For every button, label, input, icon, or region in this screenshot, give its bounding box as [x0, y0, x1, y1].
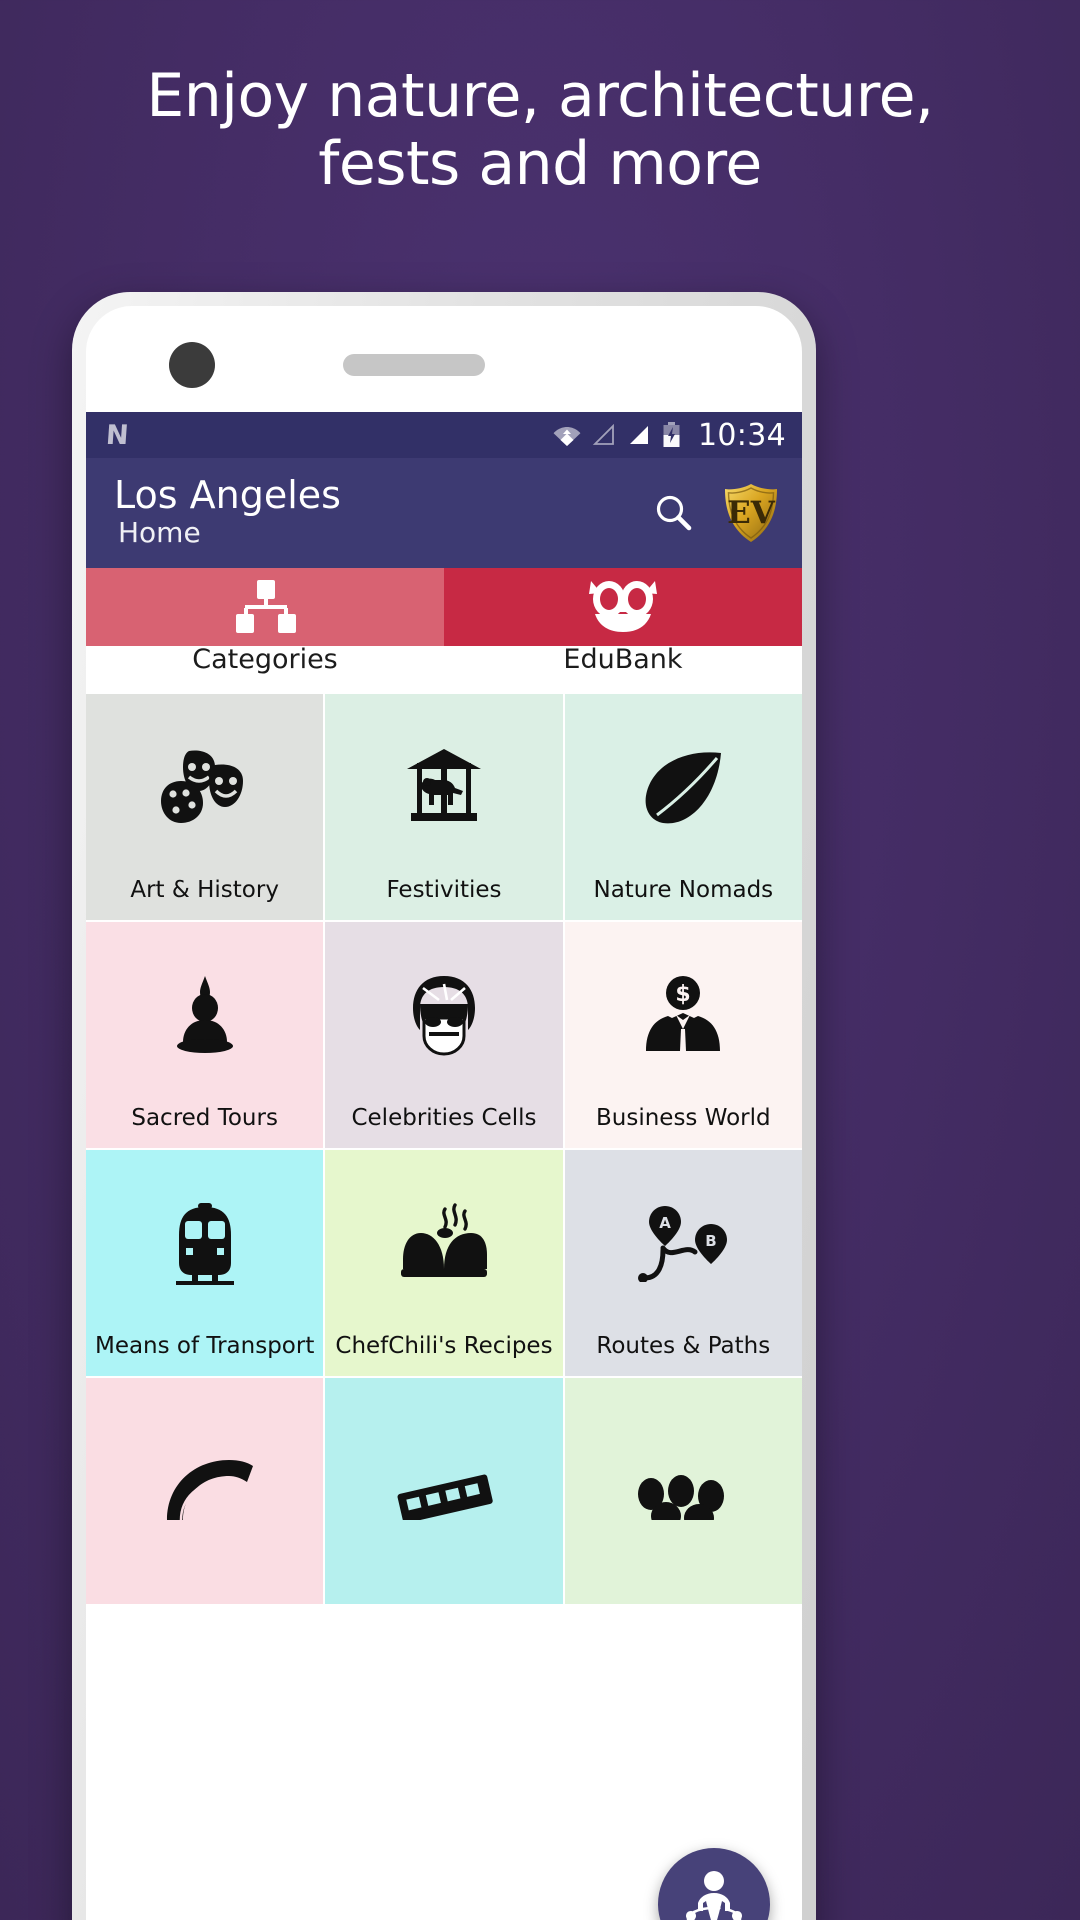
tab-edubank[interactable] [444, 568, 802, 646]
celebrity-face-icon [412, 975, 475, 1056]
status-bar-right: 10:34 [553, 418, 786, 453]
earpiece-speaker [343, 354, 485, 376]
tile-nature-nomads[interactable]: Nature Nomads [564, 694, 802, 920]
wifi-icon [553, 427, 581, 446]
signal-full-icon [630, 426, 649, 444]
search-icon[interactable] [652, 491, 696, 535]
tab-label-row: Categories EduBank [86, 646, 802, 694]
ev-shield-badge-icon[interactable]: EV [722, 483, 780, 543]
tile-icon-wrap [325, 1150, 562, 1335]
tile-icon-wrap [325, 1378, 562, 1586]
app-bar-titles: Los Angeles Home [114, 472, 652, 551]
tile-icon-wrap [325, 694, 562, 879]
tile-partial-paws[interactable] [564, 1378, 802, 1604]
tile-icon-wrap [565, 1378, 802, 1586]
train-icon [175, 1202, 234, 1285]
tile-label: Business World [595, 1105, 771, 1131]
tile-label: Means of Transport [94, 1333, 315, 1359]
tile-label: Nature Nomads [593, 877, 774, 903]
sitemap-icon [236, 580, 296, 633]
tab-label-edubank[interactable]: EduBank [444, 646, 802, 694]
tile-icon-wrap [86, 922, 323, 1107]
battery-charging-icon [663, 422, 680, 447]
tile-icon-wrap [565, 694, 802, 879]
phone-screen: N 10:34 Los Angeles Home EV Categories E… [86, 412, 802, 1920]
tile-art-history[interactable]: Art & History [86, 694, 324, 920]
tile-label: Routes & Paths [596, 1333, 771, 1359]
leaf-icon [645, 751, 722, 823]
tile-label: Celebrities Cells [351, 1105, 537, 1131]
tile-sacred-tours[interactable]: Sacred Tours [86, 922, 324, 1148]
tile-means-of-transport[interactable]: Means of Transport [86, 1150, 324, 1376]
phone-mockup: N 10:34 Los Angeles Home EV Categories E… [72, 292, 816, 1920]
businessman-dollar-icon: $ [646, 975, 721, 1051]
tile-festivities[interactable]: Festivities [325, 694, 563, 920]
status-bar-clock: 10:34 [698, 417, 786, 453]
svg-text:$: $ [676, 982, 691, 1007]
category-grid: Art & History Festivities Nature Nomads … [86, 694, 802, 1604]
tile-chefchilis-recipes[interactable]: ChefChili's Recipes [325, 1150, 563, 1376]
tile-label: Art & History [130, 877, 279, 903]
tile-icon-wrap: A B [565, 1150, 802, 1335]
tile-label: ChefChili's Recipes [335, 1333, 553, 1359]
carousel-icon [406, 748, 481, 821]
ev-badge-label: EV [727, 495, 776, 531]
owl-icon [589, 581, 657, 632]
tile-business-world[interactable]: $ Business World [564, 922, 802, 1148]
svg-text:A: A [660, 1214, 672, 1232]
theater-masks-palette-icon [160, 750, 243, 823]
page-subtitle: Home [118, 516, 201, 550]
app-bar-actions: EV [652, 483, 780, 543]
promo-headline: Enjoy nature, architecture, fests and mo… [0, 62, 1080, 199]
fan-icon [166, 1460, 253, 1521]
tile-icon-wrap [86, 694, 323, 879]
food-cloche-icon [400, 1202, 487, 1277]
buddha-icon [176, 975, 233, 1053]
tile-icon-wrap [86, 1378, 323, 1586]
tile-partial-fan[interactable] [86, 1378, 324, 1604]
paw-prints-icon [638, 1475, 725, 1520]
app-bar: Los Angeles Home EV [86, 458, 802, 568]
status-bar-left: N [104, 419, 553, 451]
film-strip-icon [397, 1474, 493, 1520]
tile-partial-film[interactable] [325, 1378, 563, 1604]
tile-routes-paths[interactable]: A B Routes & Paths [564, 1150, 802, 1376]
nearby-fab-button[interactable] [658, 1848, 770, 1920]
page-title: Los Angeles [114, 472, 341, 517]
tab-bar [86, 568, 802, 646]
tile-icon-wrap: $ [565, 922, 802, 1107]
promo-line-2: fests and more [318, 129, 762, 200]
tab-categories[interactable] [86, 568, 444, 646]
tile-label: Festivities [386, 877, 502, 903]
tile-icon-wrap [325, 922, 562, 1107]
tab-label-categories[interactable]: Categories [86, 646, 444, 694]
front-camera-icon [169, 342, 215, 388]
status-bar: N 10:34 [86, 412, 802, 458]
promo-line-1: Enjoy nature, architecture, [146, 61, 934, 131]
tile-label: Sacred Tours [131, 1105, 278, 1131]
signal-empty-icon [592, 424, 614, 445]
nearby-people-icon [686, 1871, 742, 1920]
route-ab-icon: A B [638, 1205, 728, 1282]
nougat-logo-icon: N [104, 419, 130, 451]
phone-bezel: N 10:34 Los Angeles Home EV Categories E… [86, 306, 802, 1920]
svg-text:B: B [706, 1232, 717, 1250]
tile-celebrities-cells[interactable]: Celebrities Cells [325, 922, 563, 1148]
tile-icon-wrap [86, 1150, 323, 1335]
